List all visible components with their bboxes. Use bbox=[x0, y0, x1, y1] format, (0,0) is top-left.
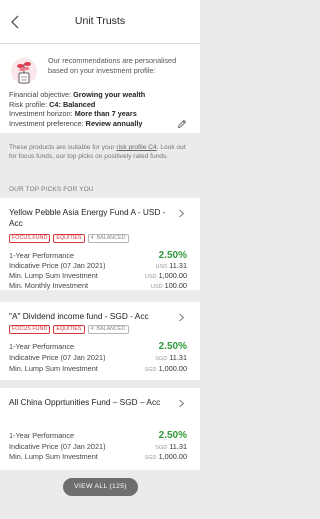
min-lump-sum-row: Min. Lump Sum Investment SGD 1,000.00 bbox=[9, 452, 187, 461]
fund-card[interactable]: "A" Dividend income fund - SGD - Acc FOC… bbox=[0, 302, 200, 380]
fund-card[interactable]: All China Opprtunities Fund – SGD – Acc … bbox=[0, 388, 200, 470]
performance-value: 2.50% bbox=[158, 341, 187, 352]
page-title: Unit Trusts bbox=[74, 15, 126, 27]
price-row: Indicative Price (07 Jan 2021) SGD 11.31 bbox=[9, 442, 187, 451]
fund-tags: FOCUS FUND EQUITIES 4: BALANCED bbox=[9, 234, 129, 243]
fund-name: "A" Dividend income fund - SGD - Acc bbox=[9, 311, 149, 321]
focus-fund-tag: FOCUS FUND bbox=[9, 325, 51, 334]
edit-pencil-icon[interactable] bbox=[177, 119, 187, 129]
chevron-right-icon bbox=[179, 209, 185, 218]
chevron-right-icon bbox=[179, 313, 185, 322]
fund-name: Yellow Pebble Asia Energy Fund A - USD -… bbox=[9, 207, 166, 228]
investment-preference-line: Investment preference: Review annually bbox=[9, 118, 143, 128]
min-lump-sum-row: Min. Lump Sum Investment USD 1,000.00 bbox=[9, 271, 187, 280]
price-row: Indicative Price (07 Jan 2021) USD 11.31 bbox=[9, 261, 187, 270]
equities-tag: EQUITIES bbox=[53, 325, 85, 334]
section-title: OUR TOP PICKS FOR YOU bbox=[9, 186, 94, 193]
equities-tag: EQUITIES bbox=[53, 234, 85, 243]
fund-name: All China Opprtunities Fund – SGD – Acc bbox=[9, 397, 161, 407]
suitability-note: These products are suitable for your ris… bbox=[9, 144, 186, 160]
view-all-button[interactable]: VIEW ALL (125) bbox=[63, 478, 138, 496]
performance-value: 2.50% bbox=[158, 430, 187, 441]
risk-profile-link[interactable]: risk profile C4 bbox=[116, 144, 156, 151]
chevron-right-icon bbox=[179, 399, 185, 408]
fund-card[interactable]: Yellow Pebble Asia Energy Fund A - USD -… bbox=[0, 198, 200, 290]
price-row: Indicative Price (07 Jan 2021) SGD 11.31 bbox=[9, 353, 187, 362]
investment-profile-card: Our recommendations are personalised bas… bbox=[0, 44, 200, 133]
min-monthly-row: Min. Monthly Investment USD 100.00 bbox=[9, 281, 187, 290]
financial-objective-line: Financial objective: Growing your wealth bbox=[9, 90, 146, 99]
investment-horizon-line: Investment horizon: More than 7 years bbox=[9, 109, 137, 118]
focus-fund-tag: FOCUS FUND bbox=[9, 234, 51, 243]
header-bar: Unit Trusts bbox=[0, 0, 200, 44]
performance-row: 1-Year Performance 2.50% bbox=[9, 341, 187, 352]
risk-balanced-tag: 4: BALANCED bbox=[87, 325, 129, 334]
risk-profile-line: Risk profile: C4: Balanced bbox=[9, 99, 96, 109]
min-lump-sum-row: Min. Lump Sum Investment SGD 1,000.00 bbox=[9, 364, 187, 373]
performance-row: 1-Year Performance 2.50% bbox=[9, 430, 187, 441]
risk-balanced-tag: 4: BALANCED bbox=[87, 234, 129, 243]
performance-value: 2.50% bbox=[158, 250, 187, 261]
fund-tags: FOCUS FUND EQUITIES 4: BALANCED bbox=[9, 325, 129, 334]
plant-illustration-icon bbox=[11, 58, 37, 84]
profile-details: Financial objective: Growing your wealth… bbox=[9, 90, 179, 128]
performance-row: 1-Year Performance 2.50% bbox=[9, 250, 187, 261]
profile-intro-text: Our recommendations are personalised bas… bbox=[48, 56, 177, 75]
